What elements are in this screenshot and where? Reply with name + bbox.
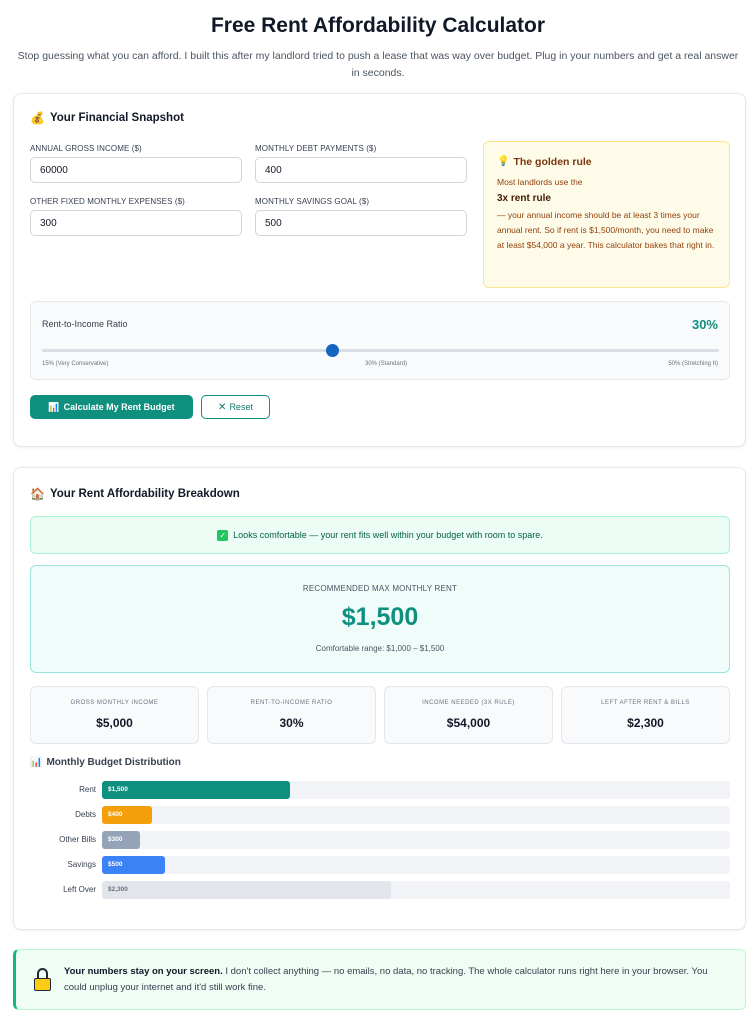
status-banner: ✓ Looks comfortable — your rent fits wel… bbox=[30, 516, 730, 554]
money-bag-icon: 💰 bbox=[30, 111, 45, 125]
budget-bar-other-bills: Other Bills $300 bbox=[30, 831, 730, 849]
snapshot-heading: 💰 Your Financial Snapshot bbox=[30, 112, 184, 124]
affordability-breakdown-card: 🏠 Your Rent Affordability Breakdown ✓ Lo… bbox=[13, 467, 746, 930]
recommended-rent-panel: RECOMMENDED MAX MONTHLY RENT $1,500 Comf… bbox=[30, 565, 730, 673]
bar-label: Rent bbox=[79, 785, 96, 794]
bar-track: $1,500 bbox=[102, 781, 730, 799]
reset-button-label: Reset bbox=[229, 402, 253, 412]
stat-value: $5,000 bbox=[96, 716, 133, 730]
tip-strong: 3x rent rule bbox=[497, 193, 551, 204]
annual-income-input[interactable] bbox=[30, 157, 242, 183]
bar-fill: $500 bbox=[102, 856, 165, 874]
stat-label: Rent-to-Income Ratio bbox=[250, 700, 333, 706]
bar-label: Left Over bbox=[63, 885, 96, 894]
privacy-note: Your numbers stay on your screen. I don'… bbox=[13, 949, 746, 1010]
monthly-debt-label: MONTHLY DEBT PAYMENTS ($) bbox=[255, 144, 377, 153]
recommended-rent-label: RECOMMENDED MAX MONTHLY RENT bbox=[302, 584, 458, 593]
stat-rent-to-income-ratio: Rent-to-Income Ratio 30% bbox=[207, 686, 376, 744]
bar-track: $400 bbox=[102, 806, 730, 824]
stat-value: 30% bbox=[279, 716, 304, 730]
tip-heading: 💡 The golden rule bbox=[497, 156, 716, 168]
bar-label: Savings bbox=[67, 860, 96, 869]
lightbulb-icon: 💡 bbox=[497, 156, 510, 167]
bar-track: $2,300 bbox=[102, 881, 730, 899]
recommended-rent-value: $1,500 bbox=[341, 603, 419, 631]
budget-bar-left-over: Left Over $2,300 bbox=[30, 881, 730, 899]
savings-goal-label: MONTHLY SAVINGS GOAL ($) bbox=[255, 197, 370, 206]
annual-income-label: ANNUAL GROSS INCOME ($) bbox=[30, 144, 142, 153]
close-icon: ✕ bbox=[218, 401, 227, 413]
breakdown-title: Your Rent Affordability Breakdown bbox=[49, 488, 240, 500]
bar-fill: $1,500 bbox=[102, 781, 291, 799]
breakdown-heading: 🏠 Your Rent Affordability Breakdown bbox=[30, 488, 240, 500]
tip-line-2: — your annual income should be at least … bbox=[497, 210, 715, 250]
stat-value: $2,300 bbox=[627, 716, 664, 730]
stat-gross-monthly-income: Gross Monthly Income $5,000 bbox=[30, 686, 199, 744]
lock-icon bbox=[34, 968, 51, 994]
golden-rule-tip: 💡 The golden rule Most landlords use the… bbox=[483, 141, 730, 288]
financial-snapshot-card: 💰 Your Financial Snapshot ANNUAL GROSS I… bbox=[13, 93, 746, 447]
stat-label: Gross Monthly Income bbox=[70, 700, 159, 706]
other-expenses-label: OTHER FIXED MONTHLY EXPENSES ($) bbox=[30, 197, 185, 206]
bar-track: $300 bbox=[102, 831, 730, 849]
distribution-title: Monthly Budget Distribution bbox=[46, 757, 181, 768]
bar-fill: $2,300 bbox=[102, 881, 391, 899]
snapshot-title: Your Financial Snapshot bbox=[49, 112, 184, 124]
comfortable-range: Comfortable range: $1,000 – $1,500 bbox=[315, 644, 445, 653]
calculate-button-label: Calculate My Rent Budget bbox=[63, 402, 175, 412]
tip-title: The golden rule bbox=[513, 156, 592, 168]
bar-label: Other Bills bbox=[59, 835, 96, 844]
slider-tick-max: 50% (Stretching It) bbox=[668, 361, 718, 367]
stat-income-needed: Income Needed (3x Rule) $54,000 bbox=[384, 686, 553, 744]
stat-value: $54,000 bbox=[446, 716, 491, 730]
monthly-debt-input[interactable] bbox=[255, 157, 467, 183]
other-expenses-input[interactable] bbox=[30, 210, 242, 236]
privacy-text: Your numbers stay on your screen. I don'… bbox=[64, 964, 732, 996]
bar-chart-icon: 📊 bbox=[48, 401, 60, 412]
tip-line-1: Most landlords use the bbox=[497, 177, 583, 187]
budget-bar-savings: Savings $500 bbox=[30, 856, 730, 874]
stat-label: Income Needed (3x Rule) bbox=[422, 700, 515, 706]
savings-goal-input[interactable] bbox=[255, 210, 467, 236]
calculate-button[interactable]: 📊 Calculate My Rent Budget bbox=[30, 395, 193, 419]
bar-fill: $300 bbox=[102, 831, 140, 849]
slider-tick-mid: 30% (Standard) bbox=[365, 361, 408, 367]
status-text: Looks comfortable — your rent fits well … bbox=[233, 530, 543, 540]
check-icon: ✓ bbox=[217, 529, 229, 541]
page-subtitle: Stop guessing what you can afford. I bui… bbox=[17, 50, 739, 79]
privacy-bold: Your numbers stay on your screen. bbox=[64, 966, 223, 977]
bar-label: Debts bbox=[75, 810, 96, 819]
reset-button[interactable]: ✕ Reset bbox=[201, 395, 270, 419]
ratio-slider-value: 30% bbox=[691, 317, 718, 332]
bar-track: $500 bbox=[102, 856, 730, 874]
ratio-slider-panel: Rent-to-Income Ratio 30% 15% (Very Conse… bbox=[30, 301, 730, 380]
house-icon: 🏠 bbox=[30, 487, 45, 501]
bar-fill: $400 bbox=[102, 806, 153, 824]
ratio-slider-thumb[interactable] bbox=[326, 344, 340, 357]
distribution-heading: 📊 Monthly Budget Distribution bbox=[30, 757, 181, 768]
ratio-slider-track[interactable] bbox=[42, 344, 719, 357]
stat-label: Left After Rent & Bills bbox=[601, 700, 690, 706]
page-title: Free Rent Affordability Calculator bbox=[210, 14, 546, 37]
budget-bar-rent: Rent $1,500 bbox=[30, 781, 730, 799]
stat-left-after-bills: Left After Rent & Bills $2,300 bbox=[561, 686, 730, 744]
ratio-slider-label: Rent-to-Income Ratio bbox=[42, 319, 128, 329]
slider-tick-min: 15% (Very Conservative) bbox=[42, 361, 109, 367]
budget-bar-debts: Debts $400 bbox=[30, 806, 730, 824]
bar-chart-icon: 📊 bbox=[30, 756, 43, 768]
